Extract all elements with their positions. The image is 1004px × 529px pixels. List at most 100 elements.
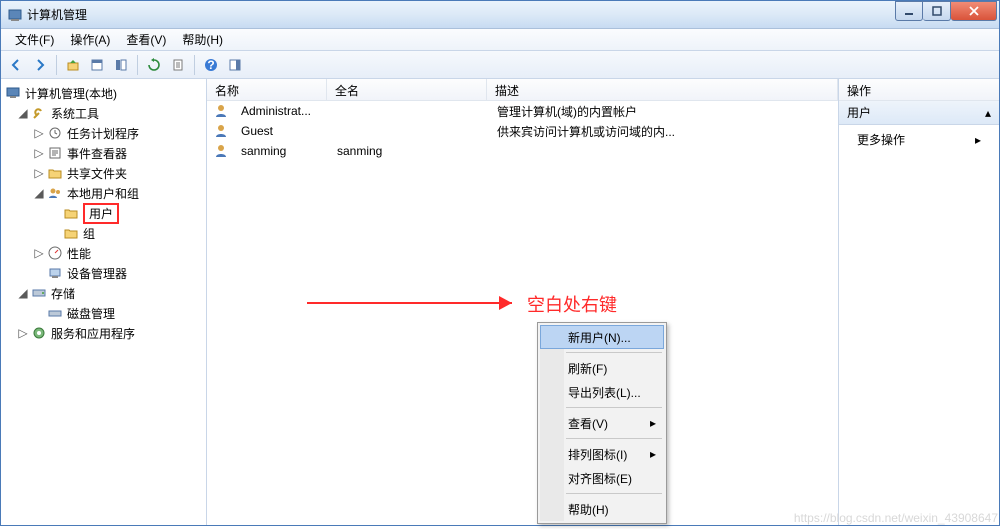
app-icon <box>7 7 23 23</box>
tree-users[interactable]: 用户 <box>1 203 206 223</box>
minimize-button[interactable] <box>895 1 923 21</box>
expand-icon[interactable]: ▷ <box>33 127 45 139</box>
up-button[interactable] <box>62 54 84 76</box>
window-title: 计算机管理 <box>27 6 895 23</box>
menu-arrange[interactable]: 排列图标(I)▸ <box>540 442 664 466</box>
menu-separator <box>566 407 662 408</box>
menu-separator <box>566 352 662 353</box>
toolbar: ? <box>1 51 999 79</box>
close-button[interactable] <box>951 1 997 21</box>
tree-localusers[interactable]: ◢ 本地用户和组 <box>1 183 206 203</box>
toolbar-separator <box>194 55 195 75</box>
window-root: 计算机管理 文件(F) 操作(A) 查看(V) 帮助(H) ? 计算机管理(本地… <box>0 0 1000 526</box>
list-body[interactable]: Administrat... 管理计算机(域)的内置帐户 Guest 供来宾访问计算机… <box>207 101 838 161</box>
titlebar[interactable]: 计算机管理 <box>1 1 999 29</box>
list-header: 名称 全名 描述 <box>207 79 838 101</box>
folder-icon <box>63 205 79 221</box>
cell-name: Administrat... <box>233 104 329 118</box>
cell-name: Guest <box>233 124 329 138</box>
tree-services[interactable]: ▷ 服务和应用程序 <box>1 323 206 343</box>
col-desc[interactable]: 描述 <box>487 79 838 100</box>
context-menu: 新用户(N)... 刷新(F) 导出列表(L)... 查看(V)▸ 排列图标(I… <box>537 322 667 524</box>
expand-icon[interactable]: ▷ <box>33 247 45 259</box>
event-icon <box>47 145 63 161</box>
menu-help[interactable]: 帮助(H) <box>540 497 664 521</box>
tree-groups[interactable]: 组 <box>1 223 206 243</box>
menu-file[interactable]: 文件(F) <box>7 29 62 50</box>
annotation-arrow <box>307 291 527 315</box>
refresh-button[interactable] <box>143 54 165 76</box>
chevron-up-icon: ▴ <box>985 106 991 120</box>
tree-root[interactable]: 计算机管理(本地) <box>1 83 206 103</box>
menu-refresh[interactable]: 刷新(F) <box>540 356 664 380</box>
menu-separator <box>566 493 662 494</box>
export-button[interactable] <box>167 54 189 76</box>
tools-icon <box>31 105 47 121</box>
user-icon <box>213 123 229 139</box>
menu-newuser[interactable]: 新用户(N)... <box>540 325 664 349</box>
collapse-icon[interactable]: ◢ <box>33 187 45 199</box>
user-icon <box>213 143 229 159</box>
back-button[interactable] <box>5 54 27 76</box>
perf-icon <box>47 245 63 261</box>
storage-icon <box>31 285 47 301</box>
tree-shared[interactable]: ▷ 共享文件夹 <box>1 163 206 183</box>
tree-pane[interactable]: 计算机管理(本地) ◢ 系统工具 ▷ 任务计划程序 ▷ 事件查看器 ▷ 共享文件… <box>1 79 207 525</box>
menubar: 文件(F) 操作(A) 查看(V) 帮助(H) <box>1 29 999 51</box>
menu-separator <box>566 438 662 439</box>
cell-desc: 供来宾访问计算机或访问域的内... <box>489 123 838 140</box>
collapse-icon[interactable]: ◢ <box>17 287 29 299</box>
action-pane-button[interactable] <box>224 54 246 76</box>
cell-name: sanming <box>233 144 329 158</box>
action-group[interactable]: 用户 ▴ <box>839 101 999 125</box>
window-buttons <box>895 1 997 21</box>
users-icon <box>47 185 63 201</box>
cell-full: sanming <box>329 144 489 158</box>
services-icon <box>31 325 47 341</box>
tree-systools[interactable]: ◢ 系统工具 <box>1 103 206 123</box>
cell-desc: 管理计算机(域)的内置帐户 <box>489 103 838 120</box>
folder-icon <box>47 165 63 181</box>
chevron-right-icon: ▸ <box>650 416 656 430</box>
menu-help[interactable]: 帮助(H) <box>174 29 231 50</box>
disk-icon <box>47 305 63 321</box>
menu-export[interactable]: 导出列表(L)... <box>540 380 664 404</box>
list-row[interactable]: sanmingsanming <box>207 141 838 161</box>
list-row[interactable]: Guest 供来宾访问计算机或访问域的内... <box>207 121 838 141</box>
annotation-text: 空白处右键 <box>527 291 617 317</box>
tree-perf[interactable]: ▷ 性能 <box>1 243 206 263</box>
user-icon <box>213 103 229 119</box>
menu-view[interactable]: 查看(V) <box>118 29 174 50</box>
chevron-right-icon: ▸ <box>975 133 981 147</box>
forward-button[interactable] <box>29 54 51 76</box>
list-row[interactable]: Administrat... 管理计算机(域)的内置帐户 <box>207 101 838 121</box>
col-full[interactable]: 全名 <box>327 79 487 100</box>
expand-icon[interactable]: ▷ <box>17 327 29 339</box>
tree-devmgr[interactable]: 设备管理器 <box>1 263 206 283</box>
maximize-button[interactable] <box>923 1 951 21</box>
list-pane[interactable]: 名称 全名 描述 Administrat...管理计算机(域)的内置帐户Gues… <box>207 79 839 525</box>
help-button[interactable]: ? <box>200 54 222 76</box>
tree-storage[interactable]: ◢ 存储 <box>1 283 206 303</box>
action-more[interactable]: 更多操作 ▸ <box>839 125 999 154</box>
toolbar-separator <box>56 55 57 75</box>
col-name[interactable]: 名称 <box>207 79 327 100</box>
properties-button[interactable] <box>86 54 108 76</box>
computer-icon <box>5 85 21 101</box>
menu-view[interactable]: 查看(V)▸ <box>540 411 664 435</box>
expand-icon[interactable]: ▷ <box>33 147 45 159</box>
clock-icon <box>47 125 63 141</box>
tree-event[interactable]: ▷ 事件查看器 <box>1 143 206 163</box>
action-header: 操作 <box>839 79 999 101</box>
expand-icon[interactable]: ▷ <box>33 167 45 179</box>
tree-task[interactable]: ▷ 任务计划程序 <box>1 123 206 143</box>
content-area: 计算机管理(本地) ◢ 系统工具 ▷ 任务计划程序 ▷ 事件查看器 ▷ 共享文件… <box>1 79 999 525</box>
chevron-right-icon: ▸ <box>650 447 656 461</box>
menu-action[interactable]: 操作(A) <box>62 29 118 50</box>
show-hide-button[interactable] <box>110 54 132 76</box>
menu-align[interactable]: 对齐图标(E) <box>540 466 664 490</box>
action-pane: 操作 用户 ▴ 更多操作 ▸ <box>839 79 999 525</box>
collapse-icon[interactable]: ◢ <box>17 107 29 119</box>
tree-diskmgr[interactable]: 磁盘管理 <box>1 303 206 323</box>
toolbar-separator <box>137 55 138 75</box>
